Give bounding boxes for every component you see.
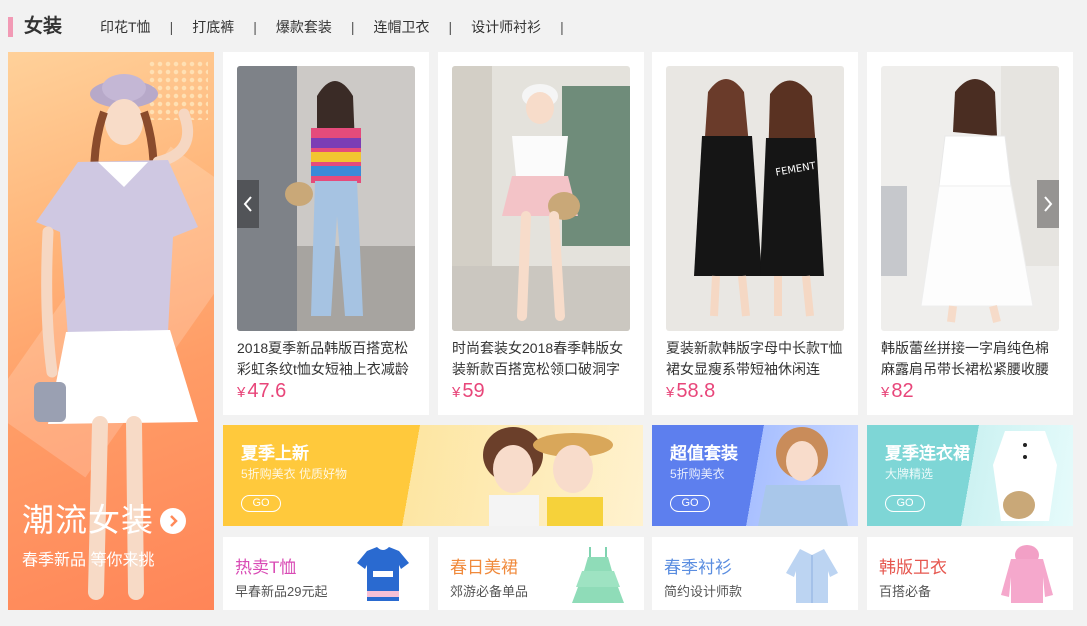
product-title[interactable]: 韩版蕾丝拼接一字肩纯色棉麻露肩吊带长裙松紧腰收腰 [881, 338, 1061, 380]
product-image[interactable] [237, 66, 415, 331]
product-card[interactable]: 时尚套装女2018春季韩版女装新款百搭宽松领口破洞字 ¥59 [438, 52, 644, 415]
nav-item-leggings[interactable]: 打底裤 [192, 17, 234, 37]
product-price: ¥47.6 [237, 380, 287, 402]
nav-separator: | [350, 19, 355, 35]
nav-item-sets[interactable]: 爆款套装 [276, 17, 332, 37]
promo-subtitle: 5折购美衣 [670, 467, 725, 481]
promo-subtitle: 5折购美衣 优质好物 [241, 467, 348, 481]
product-image[interactable] [452, 66, 630, 331]
banner-subtitle: 春季新品 等你来挑 [22, 552, 155, 569]
product-title[interactable]: 时尚套装女2018春季韩版女装新款百搭宽松领口破洞字 [452, 338, 632, 380]
nav-separator: | [448, 19, 453, 35]
nav-separator: | [560, 19, 564, 35]
promo-banner-summer-new[interactable]: 夏季上新 5折购美衣 优质好物 GO [223, 425, 643, 526]
promo-title: 超值套装 [670, 444, 738, 463]
product-title[interactable]: 夏装新款韩版字母中长款T恤裙女显瘦系带短袖休闲连 [666, 338, 846, 380]
category-nav: 印花T恤 | 打底裤 | 爆款套装 | 连帽卫衣 | 设计师衬衫 | [100, 17, 583, 37]
chevron-right-icon[interactable] [1037, 180, 1059, 228]
mini-title: 春日美裙 [450, 558, 518, 577]
tshirt-image [357, 547, 409, 601]
chevron-left-icon[interactable] [237, 180, 259, 228]
category-title: 女装 [24, 16, 63, 37]
category-header: 女装 印花T恤 | 打底裤 | 爆款套装 | 连帽卫衣 | 设计师衬衫 | [0, 0, 1087, 52]
mini-subtitle: 郊游必备单品 [450, 584, 529, 599]
product-image[interactable]: FEMENT [666, 66, 844, 331]
chevron-right-icon[interactable] [160, 508, 186, 534]
hoodie-image [1001, 545, 1053, 603]
nav-separator: | [169, 19, 174, 35]
mini-card-korean-hoodie[interactable]: 韩版卫衣 百搭必备 [867, 537, 1073, 610]
product-card[interactable]: FEMENT 夏装新款韩版字母中长款T恤裙女显瘦系带短袖休闲连 ¥58.8 [652, 52, 858, 415]
left-promo-banner[interactable]: 潮流女装 春季新品 等你来挑 [8, 52, 214, 610]
title-marker [8, 17, 13, 37]
product-price: ¥82 [881, 380, 914, 402]
nav-item-hoodies[interactable]: 连帽卫衣 [373, 17, 429, 37]
shirt-image [786, 549, 838, 603]
product-price: ¥59 [452, 380, 485, 402]
mini-subtitle: 百搭必备 [879, 584, 932, 599]
dress-image [572, 547, 624, 603]
mini-card-hot-tshirt[interactable]: 热卖T恤 早春新品29元起 [223, 537, 429, 610]
promo-title: 夏季上新 [241, 444, 309, 463]
go-button[interactable]: GO [885, 495, 925, 512]
product-price: ¥58.8 [666, 380, 716, 402]
product-image[interactable] [881, 66, 1059, 331]
promo-title: 夏季连衣裙 [885, 444, 970, 463]
mini-title: 韩版卫衣 [879, 558, 947, 577]
go-button[interactable]: GO [670, 495, 710, 512]
promo-image [483, 427, 613, 526]
mini-subtitle: 早春新品29元起 [235, 584, 328, 599]
mini-title: 春季衬衫 [664, 558, 732, 577]
promo-image [993, 431, 1057, 521]
promo-banner-summer-dress[interactable]: 夏季连衣裙 大牌精选 GO [867, 425, 1073, 526]
product-title[interactable]: 2018夏季新品韩版百搭宽松彩虹条纹t恤女短袖上衣减龄 [237, 338, 417, 380]
promo-image [758, 427, 848, 526]
nav-item-print-tshirt[interactable]: 印花T恤 [100, 17, 151, 37]
go-button[interactable]: GO [241, 495, 281, 512]
banner-title: 潮流女装 [22, 502, 155, 538]
nav-item-designer-shirts[interactable]: 设计师衬衫 [471, 17, 541, 37]
promo-subtitle: 大牌精选 [885, 467, 934, 481]
promo-banner-value-set[interactable]: 超值套装 5折购美衣 GO [652, 425, 858, 526]
mini-card-spring-dress[interactable]: 春日美裙 郊游必备单品 [438, 537, 644, 610]
nav-separator: | [253, 19, 257, 35]
product-card[interactable]: 韩版蕾丝拼接一字肩纯色棉麻露肩吊带长裙松紧腰收腰 ¥82 [867, 52, 1073, 415]
mini-title: 热卖T恤 [235, 558, 297, 577]
mini-subtitle: 简约设计师款 [664, 584, 743, 599]
product-card[interactable]: 2018夏季新品韩版百搭宽松彩虹条纹t恤女短袖上衣减龄 ¥47.6 [223, 52, 429, 415]
mini-card-spring-shirt[interactable]: 春季衬衫 简约设计师款 [652, 537, 858, 610]
